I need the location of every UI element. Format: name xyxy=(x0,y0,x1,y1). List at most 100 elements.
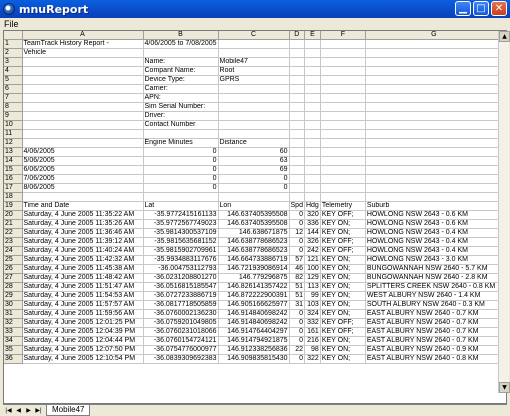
table-cell[interactable] xyxy=(218,48,290,59)
table-cell[interactable]: 326 xyxy=(304,237,321,248)
table-cell[interactable] xyxy=(218,129,290,140)
table-cell[interactable]: 6/06/2005 xyxy=(22,165,144,176)
table-cell[interactable] xyxy=(304,183,321,194)
table-cell[interactable]: WEST ALBURY NSW 2640 - 1.4 KM xyxy=(365,291,503,302)
table-cell[interactable]: KEY OFF; xyxy=(320,318,366,329)
table-cell[interactable] xyxy=(304,120,321,131)
table-cell[interactable] xyxy=(320,129,366,140)
table-cell[interactable]: -35.9815902709961 xyxy=(143,246,219,257)
table-cell[interactable] xyxy=(304,111,321,122)
table-cell[interactable]: Lon xyxy=(218,201,290,212)
table-cell[interactable]: Hdg xyxy=(304,201,321,212)
row-header[interactable]: 35 xyxy=(4,345,23,356)
table-cell[interactable] xyxy=(289,165,305,176)
table-cell[interactable]: 100 xyxy=(304,264,321,275)
row-header[interactable]: 23 xyxy=(4,237,23,248)
table-cell[interactable] xyxy=(22,75,144,86)
table-cell[interactable] xyxy=(22,111,144,122)
table-cell[interactable]: 146.914840698242 xyxy=(218,318,290,329)
table-cell[interactable]: HOWLONG NSW 2643 - 0.4 KM xyxy=(365,237,503,248)
table-cell[interactable]: Saturday, 4 June 2005 12:01:25 PM xyxy=(22,318,144,329)
table-cell[interactable]: 146.638778686523 xyxy=(218,237,290,248)
table-cell[interactable] xyxy=(218,120,290,131)
table-cell[interactable]: EAST ALBURY NSW 2640 - 0.7 KM xyxy=(365,327,503,338)
table-cell[interactable]: 113 xyxy=(304,282,321,293)
table-cell[interactable]: HOWLONG NSW 2643 - 0.6 KM xyxy=(365,219,503,230)
scroll-down-button[interactable]: ▼ xyxy=(499,382,510,393)
close-button[interactable]: ✕ xyxy=(491,1,507,16)
table-cell[interactable]: 146.637405395508 xyxy=(218,210,290,221)
table-cell[interactable]: SOUTH ALBURY NSW 2640 - 0.3 KM xyxy=(365,300,503,311)
table-cell[interactable]: -36.0817718505859 xyxy=(143,300,219,311)
table-cell[interactable] xyxy=(218,93,290,104)
table-cell[interactable]: 146.664733886719 xyxy=(218,255,290,266)
column-header[interactable]: F xyxy=(320,31,366,41)
table-cell[interactable]: -36.0754776000977 xyxy=(143,345,219,356)
row-header[interactable]: 25 xyxy=(4,255,23,266)
table-cell[interactable] xyxy=(365,183,503,194)
table-cell[interactable]: -35.9934883117676 xyxy=(143,255,219,266)
table-cell[interactable]: 146.779296875 xyxy=(218,273,290,284)
row-header[interactable]: 22 xyxy=(4,228,23,239)
table-cell[interactable] xyxy=(22,192,144,203)
table-cell[interactable]: Sim Serial Number: xyxy=(143,102,219,113)
row-header[interactable]: 4 xyxy=(4,66,23,77)
table-cell[interactable]: 98 xyxy=(304,345,321,356)
table-cell[interactable]: -36.0760002136230 xyxy=(143,309,219,320)
table-cell[interactable]: 22 xyxy=(289,345,305,356)
table-cell[interactable]: 0 xyxy=(143,183,219,194)
table-cell[interactable] xyxy=(365,138,503,149)
table-cell[interactable]: 161 xyxy=(304,327,321,338)
table-cell[interactable] xyxy=(320,39,366,50)
table-cell[interactable] xyxy=(289,39,305,50)
table-cell[interactable]: Root xyxy=(218,66,290,77)
table-cell[interactable]: Time and Date xyxy=(22,201,144,212)
row-header[interactable]: 3 xyxy=(4,57,23,68)
table-cell[interactable]: Saturday, 4 June 2005 11:54:53 AM xyxy=(22,291,144,302)
table-cell[interactable] xyxy=(320,66,366,77)
vertical-scrollbar[interactable]: ▲ ▼ xyxy=(498,31,510,393)
table-cell[interactable] xyxy=(365,75,503,86)
table-cell[interactable] xyxy=(22,138,144,149)
table-cell[interactable] xyxy=(289,111,305,122)
row-header[interactable]: 2 xyxy=(4,48,23,59)
row-header[interactable]: 16 xyxy=(4,174,23,185)
table-cell[interactable]: Saturday, 4 June 2005 11:35:22 AM xyxy=(22,210,144,221)
column-header[interactable]: A xyxy=(22,31,144,41)
table-cell[interactable]: Distance xyxy=(218,138,290,149)
table-cell[interactable] xyxy=(289,156,305,167)
table-cell[interactable]: 129 xyxy=(304,273,321,284)
table-cell[interactable]: 322 xyxy=(304,354,321,365)
table-cell[interactable]: 146.914840698242 xyxy=(218,309,290,320)
table-cell[interactable]: KEY OFF; xyxy=(320,246,366,257)
table-cell[interactable]: 0 xyxy=(143,156,219,167)
table-cell[interactable] xyxy=(304,147,321,158)
table-cell[interactable]: 146.638671875 xyxy=(218,228,290,239)
table-cell[interactable] xyxy=(22,57,144,68)
table-cell[interactable]: -35.9772415161133 xyxy=(143,210,219,221)
table-cell[interactable] xyxy=(320,192,366,203)
row-header[interactable]: 9 xyxy=(4,111,23,122)
prev-sheet-button[interactable]: ◀ xyxy=(14,406,23,415)
table-cell[interactable]: KEY ON; xyxy=(320,345,366,356)
table-cell[interactable]: Mobile47 xyxy=(218,57,290,68)
row-header[interactable]: 26 xyxy=(4,264,23,275)
table-cell[interactable]: EAST ALBURY NSW 2640 - 0.9 KM xyxy=(365,345,503,356)
table-cell[interactable] xyxy=(289,93,305,104)
table-cell[interactable]: -36.0760231018066 xyxy=(143,327,219,338)
table-cell[interactable]: 0 xyxy=(143,147,219,158)
table-cell[interactable]: Saturday, 4 June 2005 11:48:42 AM xyxy=(22,273,144,284)
table-cell[interactable]: -36.0759201049805 xyxy=(143,318,219,329)
row-header[interactable]: 15 xyxy=(4,165,23,176)
table-cell[interactable]: APN: xyxy=(143,93,219,104)
table-cell[interactable]: -35.9772567749023 xyxy=(143,219,219,230)
table-cell[interactable]: KEY ON; xyxy=(320,273,366,284)
table-cell[interactable] xyxy=(365,192,503,203)
table-cell[interactable]: HOWLONG NSW 2643 - 3.0 KM xyxy=(365,255,503,266)
table-cell[interactable] xyxy=(320,57,366,68)
table-cell[interactable] xyxy=(289,120,305,131)
table-cell[interactable]: Saturday, 4 June 2005 11:57:57 AM xyxy=(22,300,144,311)
table-cell[interactable] xyxy=(304,93,321,104)
table-cell[interactable]: 146.637405395508 xyxy=(218,219,290,230)
row-header[interactable]: 20 xyxy=(4,210,23,221)
